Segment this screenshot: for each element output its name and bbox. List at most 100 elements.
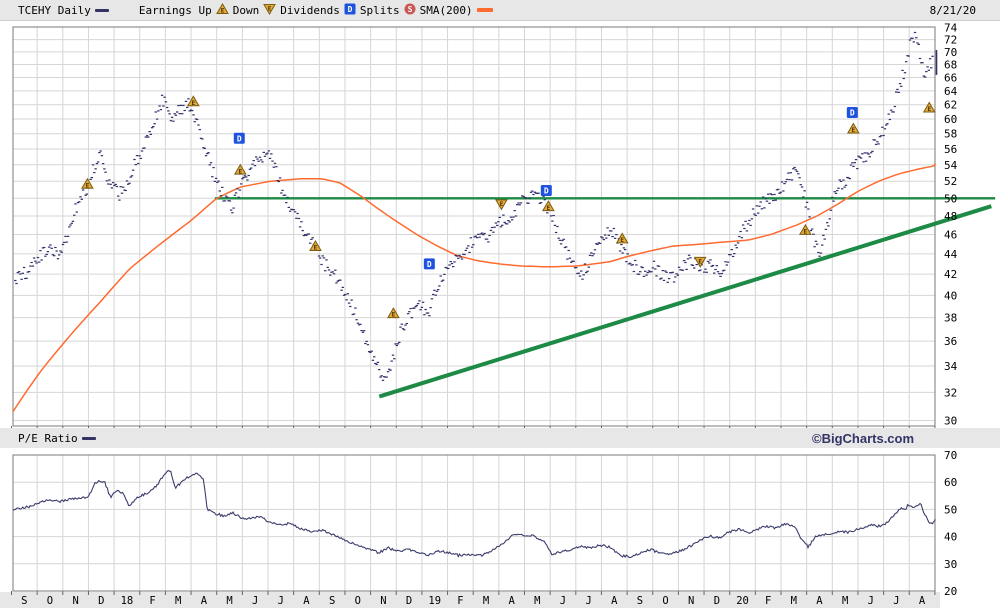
x-axis-strip [0, 592, 940, 608]
x-axis-label: F [457, 595, 463, 607]
y-axis-label: 48 [944, 210, 957, 223]
y-axis-label: 72 [944, 34, 957, 47]
x-axis-label: A [509, 595, 516, 607]
x-axis-label: M [534, 595, 540, 607]
x-axis-label: J [868, 595, 874, 607]
y-axis-label: 30 [944, 414, 957, 427]
y-axis-label: 52 [944, 175, 957, 188]
bigcharts-brand: ©BigCharts.com [812, 431, 914, 446]
chart-date: 8/21/20 [930, 4, 976, 17]
price-series-dash-icon [95, 9, 109, 12]
x-axis-label: M [791, 595, 797, 607]
dividend-marker: D [234, 133, 245, 144]
svg-text:E: E [500, 201, 504, 208]
bigcharts-chart-image: EEEEEEEEEEEEDDDD747270686664626058565452… [0, 0, 1000, 608]
svg-text:D: D [427, 260, 432, 269]
split-s-icon: S [404, 3, 416, 18]
x-axis-label: O [47, 595, 53, 607]
y-axis-label: 50 [944, 192, 957, 205]
y-axis-label: 32 [944, 386, 957, 399]
svg-text:E: E [547, 205, 551, 212]
x-axis-label: J [278, 595, 284, 607]
x-axis-label: O [355, 595, 361, 607]
svg-text:E: E [804, 228, 808, 235]
y-axis-label: 62 [944, 99, 957, 112]
svg-text:E: E [852, 127, 856, 134]
x-axis-label: J [252, 595, 258, 607]
y-axis-label: 30 [944, 558, 957, 571]
y-axis-label: 54 [944, 159, 958, 172]
earnings-up-triangle-icon: E [216, 3, 229, 18]
x-axis-label: M [483, 595, 489, 607]
x-axis-label: J [560, 595, 566, 607]
x-axis-label: M [175, 595, 181, 607]
x-axis-label: D [98, 595, 104, 607]
x-axis-label: 18 [121, 595, 134, 607]
y-axis-label: 38 [944, 312, 957, 325]
y-axis-label: 44 [944, 248, 958, 261]
x-axis-label: N [72, 595, 78, 607]
y-axis-label: 46 [944, 229, 957, 242]
y-axis-label: 36 [944, 335, 957, 348]
y-axis-label: 70 [944, 46, 957, 59]
x-axis-label: S [637, 595, 643, 607]
svg-text:E: E [192, 100, 196, 107]
y-axis-label: 40 [944, 289, 957, 302]
y-axis-label: 42 [944, 268, 957, 281]
y-axis-label: 66 [944, 72, 957, 85]
x-axis-label: J [585, 595, 591, 607]
splits-label: Splits [360, 4, 400, 17]
svg-text:E: E [220, 7, 224, 14]
earnings-up-label: Earnings Up [139, 4, 212, 17]
sma-dash-icon [477, 8, 493, 12]
y-axis-label: 60 [944, 113, 957, 126]
x-axis-label: D [714, 595, 720, 607]
svg-text:E: E [927, 106, 931, 113]
x-axis-label: N [688, 595, 694, 607]
svg-text:D: D [850, 109, 855, 118]
svg-text:E: E [392, 312, 396, 319]
x-axis-label: A [303, 595, 310, 607]
x-axis-label: S [21, 595, 27, 607]
pe-chart: 70 60 50 40 30 20 [12, 449, 958, 598]
y-axis-label: 34 [944, 360, 958, 373]
svg-text:E: E [698, 258, 702, 265]
pe-y-axis-labels: 70 60 50 40 30 20 [944, 449, 957, 598]
dividend-d-icon: D [344, 3, 356, 18]
y-axis-label: 56 [944, 143, 957, 156]
dividend-marker: D [847, 107, 858, 118]
sma-label: SMA(200) [420, 4, 473, 17]
pe-ratio-label: P/E Ratio [18, 432, 78, 445]
charts-canvas: EEEEEEEEEEEEDDDD747270686664626058565452… [0, 0, 1000, 608]
x-axis-label: J [893, 595, 899, 607]
x-axis-label: 19 [428, 595, 441, 607]
y-axis-label: 60 [944, 476, 957, 489]
x-axis-label: M [842, 595, 848, 607]
price-chart: EEEEEEEEEEEEDDDD747270686664626058565452… [12, 22, 996, 429]
svg-text:E: E [314, 245, 318, 252]
earnings-down-triangle-icon: E [263, 3, 276, 18]
x-axis-label: A [919, 595, 926, 607]
price-y-axis-labels: 7472706866646260585654525048464442403836… [944, 22, 958, 428]
y-axis-label: 20 [944, 585, 957, 598]
svg-text:E: E [86, 182, 90, 189]
svg-text:D: D [347, 5, 352, 14]
x-axis-label: A [201, 595, 208, 607]
x-axis-label: N [380, 595, 386, 607]
symbol-timeframe-label: TCEHY Daily [18, 4, 91, 17]
svg-text:D: D [544, 187, 549, 196]
earnings-down-label: Down [233, 4, 260, 17]
dividend-marker: D [541, 185, 552, 196]
svg-text:E: E [268, 5, 272, 12]
y-axis-label: 50 [944, 503, 957, 516]
svg-text:E: E [620, 237, 624, 244]
y-axis-label: 70 [944, 449, 957, 462]
x-axis-label: F [149, 595, 155, 607]
x-axis-label: A [611, 595, 618, 607]
dividends-label: Dividends [280, 4, 340, 17]
y-axis-label: 40 [944, 531, 957, 544]
x-axis-label: F [765, 595, 771, 607]
x-axis-label: M [226, 595, 232, 607]
svg-text:D: D [237, 134, 242, 143]
x-axis-label: O [662, 595, 668, 607]
